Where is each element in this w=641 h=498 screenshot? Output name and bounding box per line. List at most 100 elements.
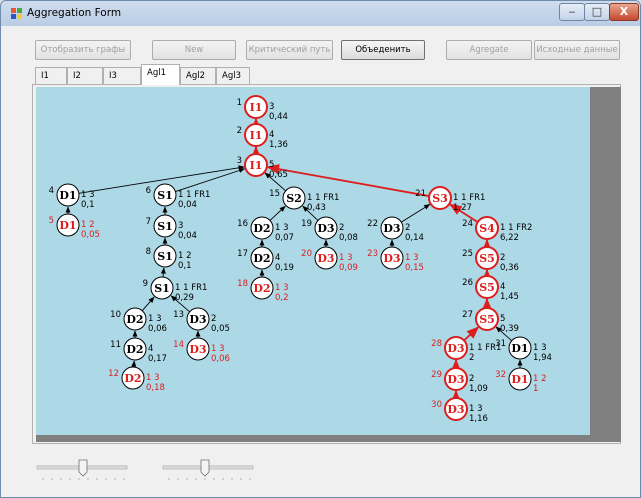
node-value: 1,45 xyxy=(500,292,519,302)
node-value: 0,04 xyxy=(178,231,197,241)
node-tag: 2 xyxy=(405,223,410,233)
node-index: 12 xyxy=(108,369,119,379)
node-label: D2 xyxy=(253,282,270,295)
slider-ticks xyxy=(42,478,125,480)
slider-thumb[interactable] xyxy=(78,459,88,477)
node-index: 7 xyxy=(146,217,151,227)
merge-button[interactable]: Объеденить xyxy=(341,40,425,60)
node-index: 13 xyxy=(173,310,184,320)
node-label: S4 xyxy=(479,222,495,235)
node-index: 3 xyxy=(237,156,242,166)
source-data-button[interactable]: Исходные данные xyxy=(534,40,620,60)
vertical-scrollbar[interactable] xyxy=(590,87,621,442)
tab-agl3[interactable]: Agl3 xyxy=(216,67,250,84)
maximize-button[interactable]: □ xyxy=(584,3,610,21)
node-value: 0,19 xyxy=(275,263,294,273)
tab-i3[interactable]: I3 xyxy=(103,67,141,84)
node-index: 28 xyxy=(431,339,442,349)
node-index: 8 xyxy=(146,247,151,257)
zoom-slider[interactable] xyxy=(35,457,130,483)
window-title: Aggregation Form xyxy=(27,7,122,19)
node-label: D3 xyxy=(317,252,334,265)
node-label: D3 xyxy=(383,252,400,265)
node-index: 19 xyxy=(301,219,312,229)
node-label: D1 xyxy=(59,219,76,232)
node-value: 1,27 xyxy=(453,203,472,213)
tab-agl1[interactable]: Agl1 xyxy=(141,64,180,85)
tab-i1[interactable]: I1 xyxy=(35,67,67,84)
node-value: 0,1 xyxy=(178,261,192,271)
node-value: 1,16 xyxy=(469,414,488,424)
node-value: 0,06 xyxy=(211,354,230,364)
node-tag: 4 xyxy=(148,344,153,354)
node-value: 1,36 xyxy=(269,140,288,150)
node-index: 9 xyxy=(143,279,148,289)
node-index: 32 xyxy=(495,370,506,380)
node-tag: 2 xyxy=(469,374,474,384)
graph-canvas: I11 30,44I12 41,36I13 50,65D14 1 30,1D15 1 20… xyxy=(36,87,621,442)
tab-agl2[interactable]: Agl2 xyxy=(180,67,216,84)
node-index: 4 xyxy=(49,186,54,196)
title-bar[interactable]: Aggregation Form ‒ □ X xyxy=(1,1,640,26)
node-tag: 3 xyxy=(178,221,183,231)
node-value: 0,2 xyxy=(275,293,289,303)
slider-thumb[interactable] xyxy=(200,459,210,477)
node-index: 5 xyxy=(49,216,54,226)
node-tag: 5 xyxy=(500,314,505,324)
critical-path-button[interactable]: Критический путь xyxy=(246,40,333,60)
node-label: I1 xyxy=(250,101,263,114)
node-value: 0,44 xyxy=(269,112,288,122)
node-label: S2 xyxy=(286,192,302,205)
node-tag: 1 3 xyxy=(211,344,225,354)
new-button[interactable]: New xyxy=(152,40,236,60)
node-index: 11 xyxy=(110,340,121,350)
node-index: 30 xyxy=(431,400,442,410)
node-index: 23 xyxy=(367,249,378,259)
node-tag: 1 3 xyxy=(146,373,160,383)
node-value: 0,09 xyxy=(339,263,358,273)
horizontal-scrollbar[interactable] xyxy=(36,435,590,442)
node-index: 2 xyxy=(237,126,242,136)
node-tag: 1 2 xyxy=(533,374,547,384)
node-value: 0,06 xyxy=(148,324,167,334)
node-index: 1 xyxy=(237,98,242,108)
node-value: 0,18 xyxy=(146,383,165,393)
node-label: D3 xyxy=(447,342,464,355)
node-value: 6,22 xyxy=(500,233,519,243)
node-value: 0,08 xyxy=(339,233,358,243)
node-label: D2 xyxy=(253,252,270,265)
node-label: D2 xyxy=(126,343,143,356)
node-label: I1 xyxy=(250,129,263,142)
node-label: S1 xyxy=(154,282,170,295)
minimize-button[interactable]: ‒ xyxy=(559,3,585,21)
node-value: 0,17 xyxy=(148,354,167,364)
node-value: 1 xyxy=(533,384,538,394)
tab-i2[interactable]: I2 xyxy=(67,67,103,84)
node-value: 0,05 xyxy=(81,230,100,240)
node-tag: 1 1 FR1 xyxy=(307,193,339,203)
node-tag: 1 3 xyxy=(275,223,289,233)
node-tag: 1 3 xyxy=(469,404,483,414)
node-index: 20 xyxy=(301,249,312,259)
node-tag: 2 xyxy=(339,223,344,233)
aggregate-button[interactable]: Agregate xyxy=(446,40,532,60)
node-index: 18 xyxy=(237,279,248,289)
node-index: 24 xyxy=(462,219,473,229)
node-label: S5 xyxy=(479,281,495,294)
node-tag: 1 3 xyxy=(339,253,353,263)
node-tag: 1 1 FR1 xyxy=(178,190,210,200)
spacing-slider[interactable] xyxy=(161,457,256,483)
node-index: 26 xyxy=(462,278,473,288)
close-button[interactable]: X xyxy=(609,3,639,21)
node-index: 29 xyxy=(431,370,442,380)
node-tag: 2 xyxy=(500,253,505,263)
node-value: 0,39 xyxy=(500,324,519,334)
node-value: 0,29 xyxy=(175,293,194,303)
node-tag: 1 1 FR1 xyxy=(453,193,485,203)
show-graphs-button[interactable]: Отобразить графы xyxy=(35,40,131,60)
node-value: 1,09 xyxy=(469,384,488,394)
node-label: D1 xyxy=(511,342,528,355)
node-label: D3 xyxy=(447,403,464,416)
node-index: 22 xyxy=(367,219,378,229)
aggregation-form-window: Aggregation Form ‒ □ X Отобразить графы … xyxy=(0,0,641,498)
